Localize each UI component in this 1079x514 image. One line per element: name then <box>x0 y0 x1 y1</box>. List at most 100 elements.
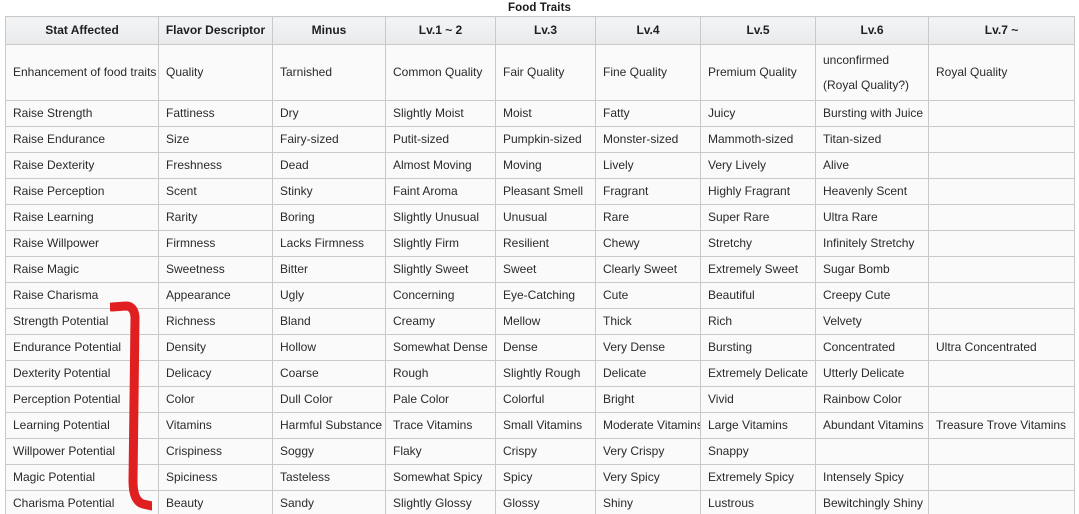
table-row: Enhancement of food traits Quality Tarnish… <box>5 44 1075 101</box>
cell-minus: Bland <box>272 308 386 335</box>
cell-lv5: Rich <box>700 308 816 335</box>
table-row: Raise Learning Rarity Boring Slightly Unusu… <box>5 204 1075 231</box>
cell-flavor-descriptor: Size <box>158 126 273 153</box>
cell-lv4: Lively <box>595 152 701 179</box>
table-row: Raise Magic Sweetness Bitter Slightly Sweet… <box>5 256 1075 283</box>
table-row: Dexterity Potential Delicacy Coarse Rough Sl… <box>5 360 1075 387</box>
cell-lv5: Premium Quality <box>700 44 816 101</box>
table-row: Magic Potential Spiciness Tasteless Somewha… <box>5 464 1075 491</box>
cell-lv6: Sugar Bomb <box>815 256 929 283</box>
cell-lv1-2: Slightly Firm <box>385 230 496 257</box>
cell-lv3: Slightly Rough <box>495 360 596 387</box>
column-header-lv5[interactable]: Lv.5 <box>700 16 816 45</box>
cell-lv4: Rare <box>595 204 701 231</box>
cell-flavor-descriptor: Beauty <box>158 490 273 514</box>
cell-lv6: Velvety <box>815 308 929 335</box>
cell-lv6: Infinitely Stretchy <box>815 230 929 257</box>
cell-stat-affected: Learning Potential <box>5 412 159 439</box>
cell-stat-affected: Raise Perception <box>5 178 159 205</box>
cell-lv5: Stretchy <box>700 230 816 257</box>
cell-lv6: Utterly Delicate <box>815 360 929 387</box>
cell-stat-affected: Raise Charisma <box>5 282 159 309</box>
cell-minus: Coarse <box>272 360 386 387</box>
cell-lv5: Lustrous <box>700 490 816 514</box>
table-row: Learning Potential Vitamins Harmful Substa… <box>5 412 1075 439</box>
cell-stat-affected: Raise Learning <box>5 204 159 231</box>
cell-stat-affected: Perception Potential <box>5 386 159 413</box>
table-header: Stat Affected Flavor Descriptor Minus Lv… <box>5 16 1075 45</box>
table-row: Charisma Potential Beauty Sandy Slightly Gl… <box>5 490 1075 514</box>
cell-lv6: Alive <box>815 152 929 179</box>
cell-lv3: Sweet <box>495 256 596 283</box>
column-header-lv7[interactable]: Lv.7 ~ <box>928 16 1075 45</box>
column-header-lv4[interactable]: Lv.4 <box>595 16 701 45</box>
cell-flavor-descriptor: Quality <box>158 44 273 101</box>
cell-lv6: Creepy Cute <box>815 282 929 309</box>
cell-lv5: Bursting <box>700 334 816 361</box>
cell-minus: Hollow <box>272 334 386 361</box>
cell-minus: Soggy <box>272 438 386 465</box>
cell-lv7 <box>928 438 1075 465</box>
cell-lv1-2: Rough <box>385 360 496 387</box>
column-header-flavor-descriptor[interactable]: Flavor Descriptor <box>158 16 273 45</box>
column-header-stat-affected[interactable]: Stat Affected <box>5 16 159 45</box>
cell-lv7 <box>928 308 1075 335</box>
cell-lv3: Crispy <box>495 438 596 465</box>
cell-lv4: Fine Quality <box>595 44 701 101</box>
cell-lv1-2: Slightly Moist <box>385 100 496 127</box>
cell-lv6 <box>815 438 929 465</box>
cell-flavor-descriptor: Vitamins <box>158 412 273 439</box>
cell-lv3: Spicy <box>495 464 596 491</box>
cell-lv6: Titan-sized <box>815 126 929 153</box>
cell-lv4: Very Crispy <box>595 438 701 465</box>
cell-lv4: Chewy <box>595 230 701 257</box>
cell-minus: Bitter <box>272 256 386 283</box>
cell-minus: Boring <box>272 204 386 231</box>
cell-lv1-2: Faint Aroma <box>385 178 496 205</box>
cell-flavor-descriptor: Spiciness <box>158 464 273 491</box>
cell-lv5: Snappy <box>700 438 816 465</box>
cell-lv5: Beautiful <box>700 282 816 309</box>
cell-lv7 <box>928 100 1075 127</box>
cell-flavor-descriptor: Richness <box>158 308 273 335</box>
column-header-lv1-2[interactable]: Lv.1 ~ 2 <box>385 16 496 45</box>
cell-lv6: Bursting with Juice <box>815 100 929 127</box>
table-row: Raise Willpower Firmness Lacks Firmness Sli… <box>5 230 1075 257</box>
cell-lv3: Fair Quality <box>495 44 596 101</box>
cell-lv4: Monster-sized <box>595 126 701 153</box>
cell-lv1-2: Flaky <box>385 438 496 465</box>
cell-minus: Dry <box>272 100 386 127</box>
cell-lv7 <box>928 282 1075 309</box>
column-header-minus[interactable]: Minus <box>272 16 386 45</box>
food-traits-table: Stat Affected Flavor Descriptor Minus Lv… <box>5 16 1075 514</box>
cell-lv4: Moderate Vitamins <box>595 412 701 439</box>
cell-flavor-descriptor: Sweetness <box>158 256 273 283</box>
cell-lv6: Ultra Rare <box>815 204 929 231</box>
cell-lv1-2: Concerning <box>385 282 496 309</box>
cell-lv6: Abundant Vitamins <box>815 412 929 439</box>
cell-flavor-descriptor: Scent <box>158 178 273 205</box>
cell-lv1-2: Putit-sized <box>385 126 496 153</box>
table-row: Willpower Potential Crispiness Soggy Flaky C… <box>5 438 1075 465</box>
cell-lv1-2: Creamy <box>385 308 496 335</box>
cell-lv3: Mellow <box>495 308 596 335</box>
cell-lv1-2: Slightly Glossy <box>385 490 496 514</box>
cell-minus: Fairy-sized <box>272 126 386 153</box>
cell-lv3: Glossy <box>495 490 596 514</box>
column-header-lv6[interactable]: Lv.6 <box>815 16 929 45</box>
cell-lv7 <box>928 464 1075 491</box>
cell-lv4: Shiny <box>595 490 701 514</box>
cell-stat-affected: Dexterity Potential <box>5 360 159 387</box>
cell-lv6: Concentrated <box>815 334 929 361</box>
cell-lv4: Delicate <box>595 360 701 387</box>
table-row: Perception Potential Color Dull Color Pale … <box>5 386 1075 413</box>
cell-lv7 <box>928 490 1075 514</box>
cell-lv5: Extremely Delicate <box>700 360 816 387</box>
cell-lv4: Very Dense <box>595 334 701 361</box>
column-header-lv3[interactable]: Lv.3 <box>495 16 596 45</box>
table-row: Raise Perception Scent Stinky Faint Aroma Pl… <box>5 178 1075 205</box>
cell-lv5: Large Vitamins <box>700 412 816 439</box>
cell-lv5: Vivid <box>700 386 816 413</box>
cell-lv7 <box>928 386 1075 413</box>
cell-lv3: Eye-Catching <box>495 282 596 309</box>
